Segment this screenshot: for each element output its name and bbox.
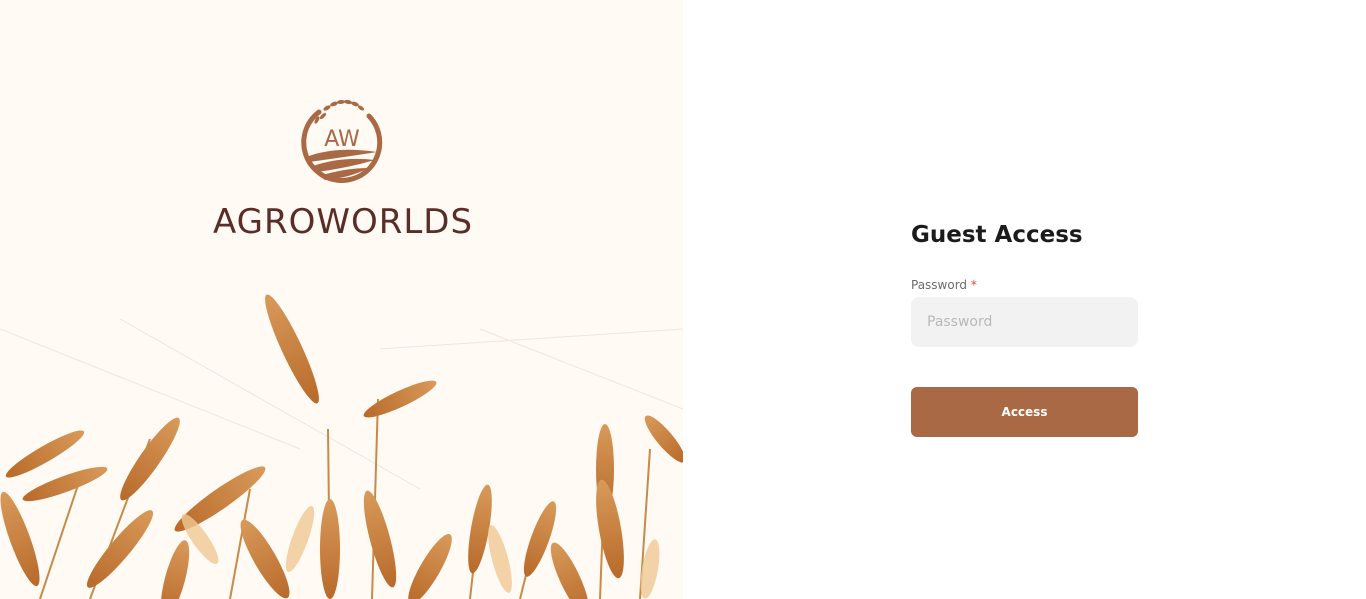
guest-access-form: Guest Access Password * Access	[911, 222, 1138, 437]
password-label: Password *	[911, 278, 1138, 292]
svg-text:AW: AW	[324, 127, 360, 152]
brand-panel: AW AGROWORLDS	[0, 0, 683, 599]
wheat-field-image	[0, 294, 683, 599]
password-label-text: Password	[911, 278, 968, 292]
agroworlds-logo-icon: AW	[300, 99, 382, 183]
required-mark: *	[970, 278, 977, 292]
login-panel: Guest Access Password * Access	[683, 0, 1366, 599]
password-input[interactable]	[911, 297, 1138, 347]
access-button[interactable]: Access	[911, 387, 1138, 437]
brand-block: AW AGROWORLDS	[0, 96, 683, 242]
brand-name: AGROWORLDS	[212, 202, 474, 242]
login-page: AW AGROWORLDS Guest Access Password * Ac…	[0, 0, 1366, 599]
form-title: Guest Access	[911, 222, 1083, 248]
